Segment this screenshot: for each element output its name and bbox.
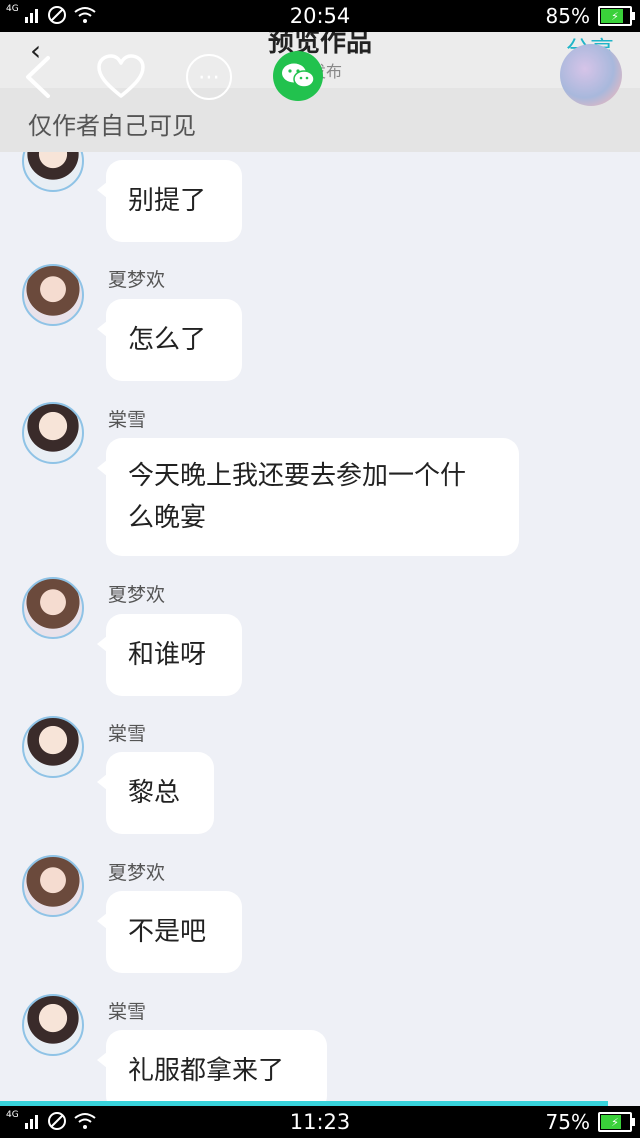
message-bubble: 今天晚上我还要去参加一个什么晚宴	[97, 438, 519, 556]
message-bubble: 不是吧	[97, 891, 242, 973]
clock: 11:23	[289, 1110, 351, 1134]
avatar-tangxue[interactable]	[22, 994, 84, 1056]
message-bubble: 和谁呀	[97, 614, 242, 696]
avatar-tangxue[interactable]	[22, 402, 84, 464]
sender-name: 棠雪	[108, 409, 147, 431]
sender-name: 棠雪	[108, 1001, 147, 1023]
sender-name: 夏梦欢	[108, 269, 166, 291]
status-bar-top: 4G 20:54 85% ⚡	[0, 0, 640, 32]
avatar-xiamenghuan[interactable]	[22, 855, 84, 917]
battery-icon: ⚡	[598, 6, 635, 26]
sender-name: 夏梦欢	[108, 584, 166, 606]
heart-icon[interactable]	[96, 54, 146, 104]
share-thumbnail[interactable]	[560, 44, 622, 106]
avatar-tangxue[interactable]	[22, 716, 84, 778]
chevron-left-icon[interactable]	[20, 54, 56, 104]
status-icons-right: 75% ⚡	[545, 1110, 635, 1134]
battery-icon: ⚡	[598, 1112, 635, 1132]
battery-percent: 75%	[545, 1110, 590, 1134]
sender-name: 棠雪	[108, 723, 147, 745]
status-icons-right: 85% ⚡	[545, 4, 635, 28]
sender-name: 夏梦欢	[108, 862, 166, 884]
message-bubble: 礼服都拿来了	[97, 1030, 327, 1112]
avatar-xiamenghuan[interactable]	[22, 264, 84, 326]
privacy-label: 仅作者自己可见	[28, 112, 196, 140]
wechat-icon[interactable]	[273, 51, 323, 101]
clock: 20:54	[289, 4, 351, 28]
avatar-xiamenghuan[interactable]	[22, 577, 84, 639]
more-icon[interactable]: ⋯	[186, 54, 232, 100]
message-bubble: 怎么了	[97, 299, 242, 381]
status-bar-bottom: 4G 11:23 75% ⚡	[0, 1106, 640, 1138]
preview-toolbar: ‹ 预览作品 发布 分享 ⋯ 仅作者自己可见	[0, 32, 640, 152]
message-bubble: 黎总	[97, 752, 214, 834]
message-bubble: 别提了	[97, 160, 242, 242]
battery-percent: 85%	[545, 4, 590, 28]
